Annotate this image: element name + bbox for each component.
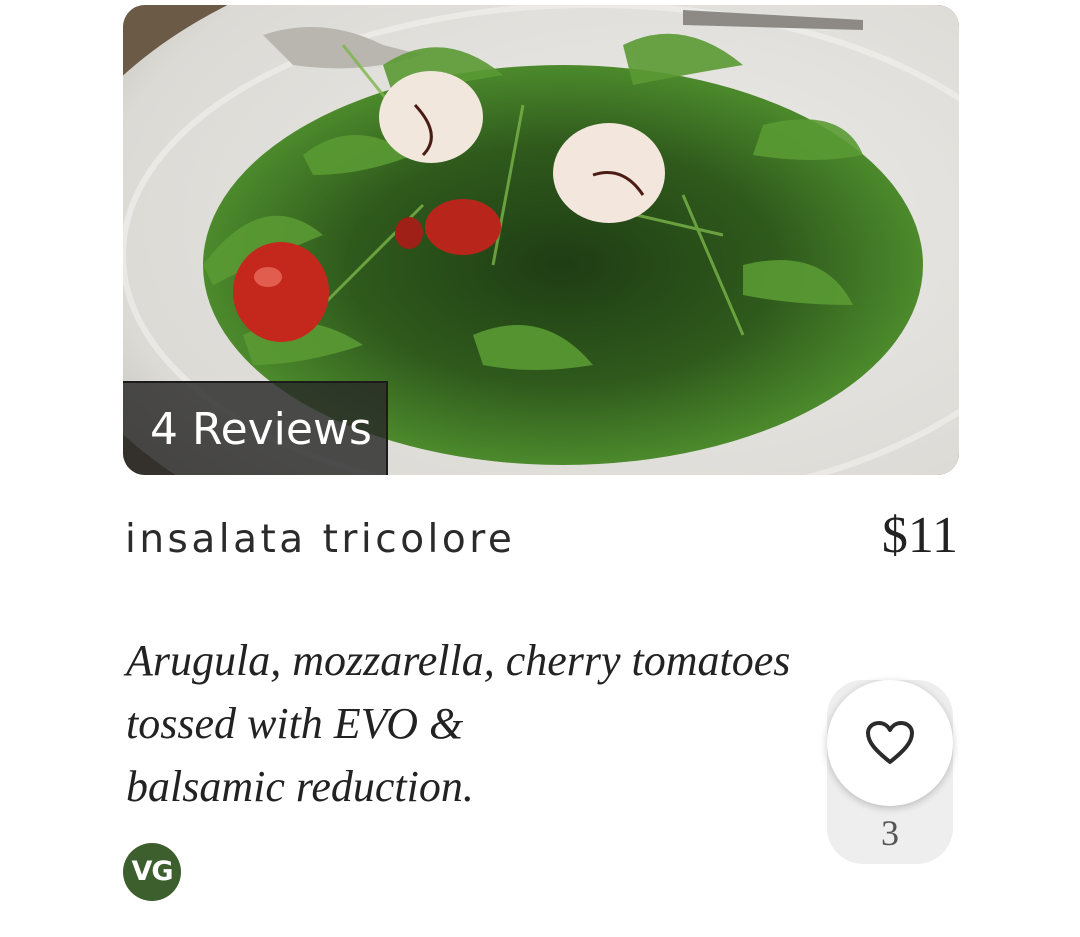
dish-description: Arugula, mozzarella, cherry tomatoes tos… (126, 629, 826, 818)
description-line: Arugula, mozzarella, cherry tomatoes (126, 636, 791, 685)
like-count: 3 (881, 813, 899, 853)
dish-name: insalata tricolore (125, 517, 516, 562)
description-line: tossed with EVO & (126, 699, 464, 748)
like-button[interactable] (827, 680, 953, 806)
vegetarian-badge: VG (123, 843, 181, 901)
reviews-badge[interactable]: 4 Reviews (123, 381, 388, 475)
dish-price: $11 (881, 507, 958, 564)
description-line: balsamic reduction. (126, 762, 474, 811)
dish-photo[interactable]: 4 Reviews (123, 5, 959, 475)
heart-outline-icon (866, 721, 914, 764)
